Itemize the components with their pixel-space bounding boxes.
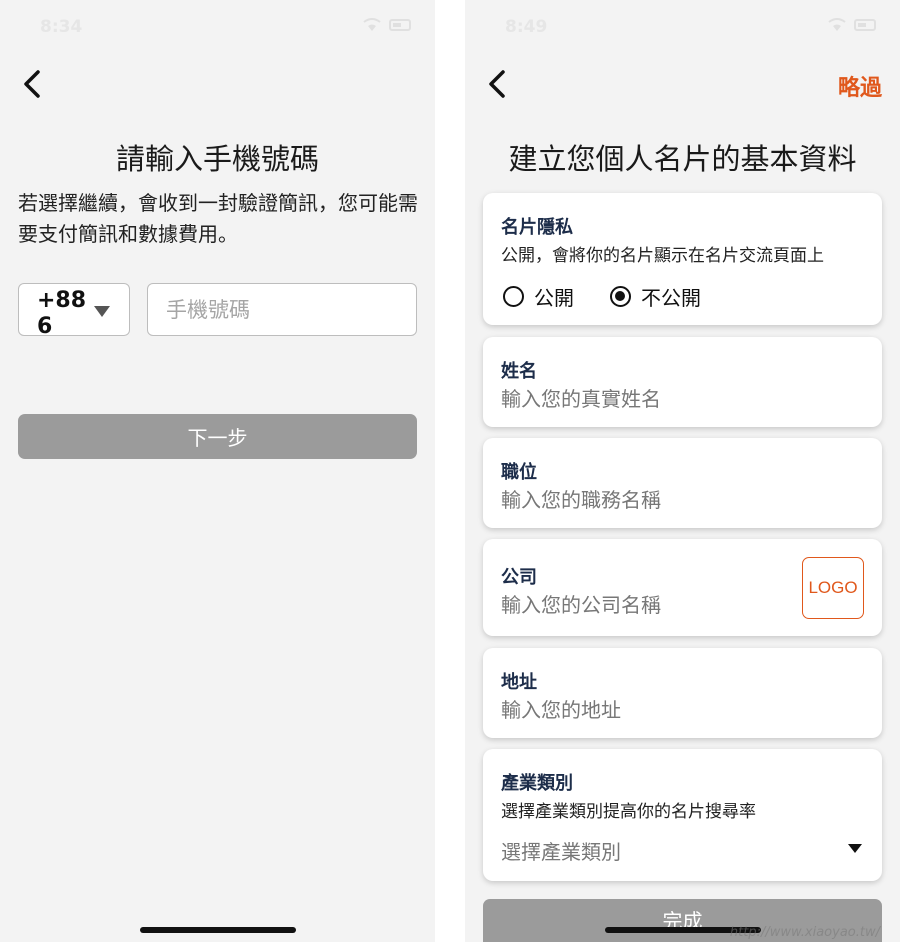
phone-number-input[interactable] bbox=[147, 283, 417, 336]
page-title: 請輸入手機號碼 bbox=[115, 142, 319, 176]
wifi-icon bbox=[363, 18, 381, 31]
address-input[interactable]: 輸入您的地址 bbox=[501, 694, 621, 723]
industry-description: 選擇產業類別提高你的名片搜尋率 bbox=[501, 802, 756, 822]
skip-button[interactable]: 略過 bbox=[838, 70, 882, 102]
radio-checked-icon bbox=[610, 286, 631, 307]
company-card[interactable]: 公司 輸入您的公司名稱 LOGO bbox=[483, 539, 882, 636]
caret-down-icon[interactable] bbox=[848, 844, 862, 853]
industry-label: 產業類別 bbox=[501, 773, 573, 794]
radio-public-label: 公開 bbox=[534, 286, 574, 310]
radio-unchecked-icon bbox=[503, 286, 524, 307]
address-label: 地址 bbox=[501, 672, 537, 693]
back-button[interactable] bbox=[483, 66, 515, 102]
home-indicator bbox=[139, 927, 296, 933]
business-card-setup-screen: 8:49 略過 建立您個人名片的基本資料 名片隱私 公開，會將你的名片顯示在名片… bbox=[465, 0, 900, 942]
battery-icon bbox=[389, 19, 411, 31]
sms-notice: 若選擇繼續，會收到一封驗證簡訊，您可能需要支付簡訊和數據費用。 bbox=[18, 191, 418, 246]
country-code-select[interactable]: +886 bbox=[18, 283, 130, 339]
caret-down-icon bbox=[94, 306, 110, 317]
position-card[interactable]: 職位 輸入您的職務名稱 bbox=[483, 438, 882, 528]
industry-card: 產業類別 選擇產業類別提高你的名片搜尋率 選擇產業類別 bbox=[483, 749, 882, 881]
country-code-value: +886 bbox=[37, 288, 87, 339]
page-title: 建立您個人名片的基本資料 bbox=[508, 142, 857, 176]
battery-icon bbox=[854, 19, 876, 31]
next-button[interactable]: 下一步 bbox=[18, 414, 417, 459]
phone-entry-screen: 8:34 請輸入手機號碼 若選擇繼續，會收到一封驗證簡訊，您可能需要支付簡訊和數… bbox=[0, 0, 435, 942]
chevron-left-icon bbox=[489, 70, 505, 98]
position-label: 職位 bbox=[501, 462, 537, 483]
status-time: 8:49 bbox=[505, 17, 548, 37]
position-input[interactable]: 輸入您的職務名稱 bbox=[501, 484, 661, 513]
privacy-label: 名片隱私 bbox=[501, 217, 573, 238]
radio-private[interactable]: 不公開 bbox=[610, 282, 701, 311]
name-input[interactable]: 輸入您的真實姓名 bbox=[501, 383, 661, 412]
watermark: http://www.xiaoyao.tw/ bbox=[729, 925, 880, 940]
radio-public[interactable]: 公開 bbox=[503, 282, 574, 311]
status-bar: 8:34 bbox=[0, 0, 435, 54]
status-bar: 8:49 bbox=[465, 0, 900, 54]
back-button[interactable] bbox=[18, 66, 50, 102]
address-card[interactable]: 地址 輸入您的地址 bbox=[483, 648, 882, 738]
company-label: 公司 bbox=[501, 567, 537, 588]
privacy-options: 公開 不公開 bbox=[503, 282, 737, 311]
company-input[interactable]: 輸入您的公司名稱 bbox=[501, 589, 661, 618]
status-time: 8:34 bbox=[40, 17, 83, 37]
name-card[interactable]: 姓名 輸入您的真實姓名 bbox=[483, 337, 882, 427]
privacy-card: 名片隱私 公開，會將你的名片顯示在名片交流頁面上 公開 不公開 bbox=[483, 193, 882, 325]
wifi-icon bbox=[828, 18, 846, 31]
radio-private-label: 不公開 bbox=[641, 286, 701, 310]
logo-upload-button[interactable]: LOGO bbox=[802, 557, 864, 619]
industry-select[interactable]: 選擇產業類別 bbox=[501, 836, 621, 865]
privacy-description: 公開，會將你的名片顯示在名片交流頁面上 bbox=[501, 246, 824, 266]
chevron-left-icon bbox=[24, 70, 40, 98]
name-label: 姓名 bbox=[501, 361, 537, 382]
